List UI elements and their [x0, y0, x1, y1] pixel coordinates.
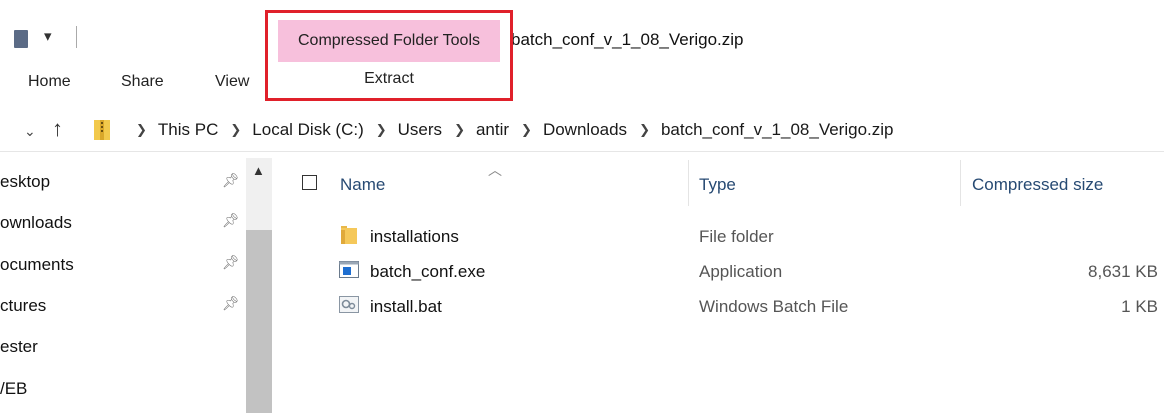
tab-view[interactable]: View	[215, 73, 249, 91]
column-header-type[interactable]: Type	[699, 175, 736, 195]
titlebar-separator	[76, 26, 77, 48]
breadcrumb-antir[interactable]: antir	[476, 120, 509, 140]
pin-icon: 📌︎	[222, 172, 240, 188]
file-type: File folder	[699, 227, 774, 246]
nav-item-desktop[interactable]: esktop	[0, 172, 50, 192]
column-divider[interactable]	[688, 160, 689, 206]
file-size: 8,631 KB	[1088, 262, 1158, 281]
breadcrumb-this-pc[interactable]: This PC	[158, 120, 218, 140]
zip-folder-icon	[94, 120, 110, 140]
breadcrumb-zip-file[interactable]: batch_conf_v_1_08_Verigo.zip	[661, 120, 894, 140]
file-name-batch-conf-exe[interactable]: batch_conf.exe	[370, 262, 485, 282]
application-icon	[339, 261, 359, 278]
pin-icon: 📌︎	[222, 212, 240, 228]
breadcrumb-separator-icon: ❯	[375, 122, 387, 137]
file-size: 1 KB	[1121, 297, 1158, 316]
breadcrumb-local-disk[interactable]: Local Disk (C:)	[252, 120, 363, 140]
breadcrumb-separator-icon: ❯	[230, 122, 242, 137]
address-divider	[0, 151, 1164, 152]
batch-file-icon	[339, 296, 359, 313]
breadcrumb-downloads[interactable]: Downloads	[543, 120, 627, 140]
nav-item-tester[interactable]: ester	[0, 337, 38, 357]
breadcrumb[interactable]: ❯ This PC ❯ Local Disk (C:) ❯ Users ❯ an…	[124, 120, 893, 140]
pin-icon: 📌︎	[222, 295, 240, 311]
tab-share[interactable]: Share	[121, 73, 164, 91]
nav-item-web[interactable]: /EB	[0, 379, 27, 399]
file-type: Application	[699, 262, 783, 281]
nav-item-pictures[interactable]: ctures	[0, 296, 46, 316]
breadcrumb-separator-icon: ❯	[521, 122, 532, 137]
select-all-checkbox[interactable]	[302, 175, 317, 190]
breadcrumb-users[interactable]: Users	[398, 120, 442, 140]
highlight-box	[265, 10, 513, 101]
pin-icon: 📌︎	[222, 254, 240, 270]
breadcrumb-separator-icon: ❯	[136, 122, 147, 137]
file-type: Windows Batch File	[699, 297, 849, 316]
folder-quick-icon[interactable]	[14, 30, 28, 48]
up-arrow-icon[interactable]: ↑	[52, 116, 63, 142]
scroll-up-icon[interactable]: ▲	[252, 163, 265, 178]
window-title: batch_conf_v_1_08_Verigo.zip	[511, 30, 744, 49]
tab-home[interactable]: Home	[28, 73, 71, 91]
quick-access-dropdown-icon[interactable]: ▾	[44, 27, 52, 45]
folder-icon	[341, 226, 357, 244]
column-divider[interactable]	[960, 160, 961, 206]
breadcrumb-separator-icon: ❯	[454, 122, 465, 137]
sort-ascending-icon: ︿	[488, 162, 502, 178]
nav-scrollbar-thumb[interactable]	[246, 230, 272, 413]
file-name-installations[interactable]: installations	[370, 227, 459, 247]
column-header-name[interactable]: Name	[340, 175, 385, 195]
column-header-compressed-size[interactable]: Compressed size	[972, 175, 1103, 195]
nav-item-documents[interactable]: ocuments	[0, 255, 74, 275]
nav-item-downloads[interactable]: ownloads	[0, 213, 72, 233]
breadcrumb-separator-icon: ❯	[639, 122, 650, 137]
file-name-install-bat[interactable]: install.bat	[370, 297, 442, 317]
recent-locations-chevron-icon[interactable]: ⌄	[24, 123, 36, 140]
